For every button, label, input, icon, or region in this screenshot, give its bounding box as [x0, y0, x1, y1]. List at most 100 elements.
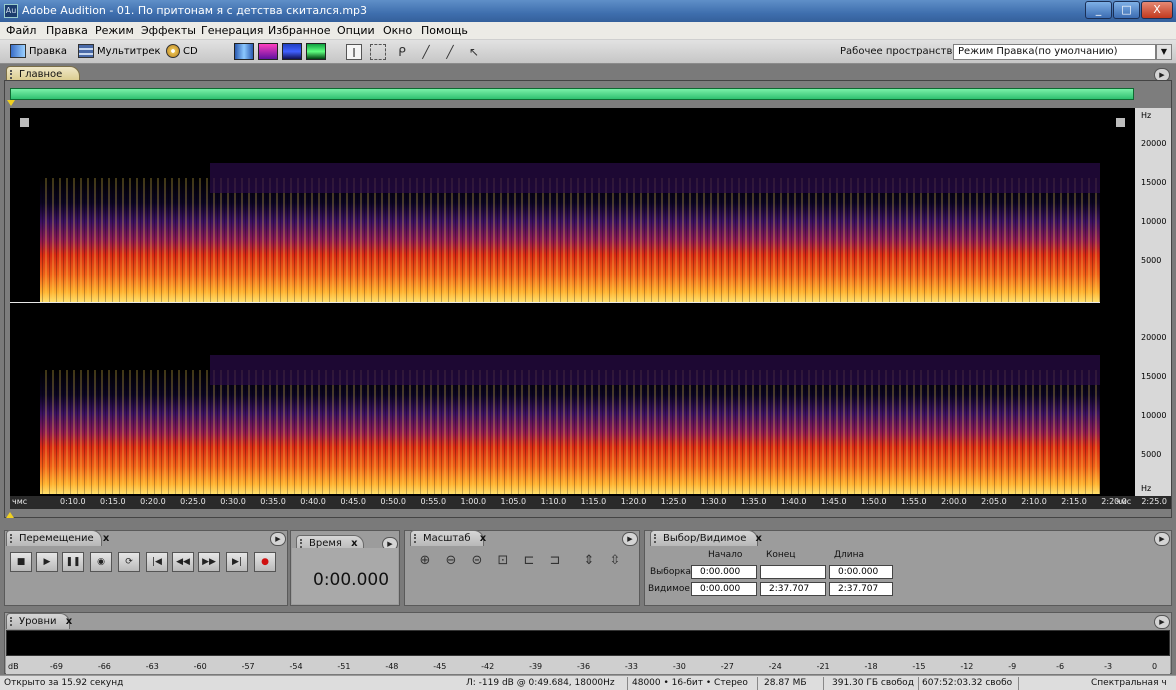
fast-forward-button[interactable]: ▶▶: [198, 552, 220, 572]
menu-window[interactable]: Окно: [383, 24, 412, 37]
menu-options[interactable]: Опции: [337, 24, 375, 37]
go-to-end-button[interactable]: ▶|: [226, 552, 248, 572]
spectral-view-icon[interactable]: [258, 43, 278, 60]
level-scale-label: -57: [241, 662, 255, 671]
level-scale-label: -36: [577, 662, 591, 671]
selection-start-field[interactable]: 0:00.000: [691, 565, 757, 579]
waveform-view-icon[interactable]: [234, 43, 254, 60]
multitrack-view-button[interactable]: Мультитрек: [78, 43, 161, 61]
selection-length-field[interactable]: 0:00.000: [829, 565, 893, 579]
play-button[interactable]: ▶: [36, 552, 58, 572]
time-tick-label: 2:05.0: [981, 497, 1007, 506]
menu-file[interactable]: Файл: [6, 24, 36, 37]
view-end-field[interactable]: 2:37.707: [760, 582, 826, 596]
brush-tool-icon[interactable]: ╱: [418, 44, 434, 60]
menu-help[interactable]: Помощь: [421, 24, 468, 37]
tab-zoom[interactable]: Масштаб x: [410, 530, 486, 546]
time-tick-label: 1:00.0: [460, 497, 487, 506]
menu-edit[interactable]: Правка: [46, 24, 88, 37]
record-button[interactable]: ●: [254, 552, 276, 572]
workspace-dropdown[interactable]: Режим Правка(по умолчанию): [953, 44, 1156, 60]
hz-label: 5000: [1141, 256, 1162, 265]
zoom-in-horizontal-icon[interactable]: ⊕: [416, 553, 434, 569]
playhead-marker-icon[interactable]: [7, 100, 15, 106]
time-tick-label: 1:55.0: [901, 497, 927, 506]
chevron-down-icon[interactable]: ▼: [1156, 44, 1172, 60]
zoom-overview-bar[interactable]: [10, 88, 1134, 100]
zoom-out-vertical-icon[interactable]: ⇳: [606, 553, 624, 569]
level-scale-label: -3: [1104, 662, 1113, 671]
hand-tool-icon[interactable]: ↖: [466, 44, 482, 60]
cd-view-button[interactable]: CD: [166, 43, 198, 61]
zoom-in-vertical-icon[interactable]: ⇕: [580, 553, 598, 569]
status-disk-free: 391.30 ГБ свобод: [832, 678, 914, 688]
panel-menu-icon[interactable]: ▶: [622, 532, 638, 546]
close-button[interactable]: X: [1141, 1, 1173, 19]
view-length-field[interactable]: 2:37.707: [829, 582, 893, 596]
marquee-tool-icon[interactable]: [370, 44, 386, 60]
time-tick-label: 1:35.0: [740, 497, 767, 506]
menu-favorites[interactable]: Избранное: [268, 24, 330, 37]
lasso-tool-icon[interactable]: ᑭ: [394, 44, 410, 60]
zoom-right-edge-icon[interactable]: ⊐: [546, 553, 564, 569]
go-to-start-button[interactable]: |◀: [146, 552, 168, 572]
time-tick-label: 2:15.0: [1061, 497, 1087, 506]
healing-tool-icon[interactable]: ╱: [442, 44, 458, 60]
close-icon[interactable]: x: [756, 533, 762, 544]
level-scale-label: -15: [912, 662, 926, 671]
tab-transport[interactable]: Перемещение x: [6, 530, 109, 546]
time-selection-tool-icon[interactable]: I: [346, 44, 362, 60]
close-icon[interactable]: x: [103, 533, 109, 544]
minimize-button[interactable]: _: [1085, 1, 1112, 19]
zoom-out-full-icon[interactable]: ⊝: [468, 553, 486, 569]
zoom-corner-left-icon[interactable]: [20, 118, 29, 127]
column-end-label: Конец: [766, 550, 796, 560]
pan-view-icon[interactable]: [282, 43, 302, 60]
tab-levels[interactable]: Уровни x: [6, 613, 72, 629]
menu-view[interactable]: Режим: [95, 24, 134, 37]
close-icon[interactable]: x: [480, 533, 486, 544]
end-marker-icon[interactable]: [6, 512, 14, 518]
level-scale-label: -69: [49, 662, 63, 671]
panel-menu-icon[interactable]: ▶: [270, 532, 286, 546]
time-tick-label: 2:10.0: [1021, 497, 1047, 506]
close-icon[interactable]: x: [66, 616, 72, 627]
time-tick-label: 0:20.0: [140, 497, 166, 506]
level-scale-label: -63: [145, 662, 159, 671]
menu-effects[interactable]: Эффекты: [141, 24, 196, 37]
hz-unit-label: Hz: [1141, 111, 1152, 120]
tab-selection-view[interactable]: Выбор/Видимое x: [650, 530, 762, 546]
phase-view-icon[interactable]: [306, 43, 326, 60]
view-start-field[interactable]: 0:00.000: [691, 582, 757, 596]
panel-menu-icon[interactable]: ▶: [1154, 532, 1170, 546]
loop-button[interactable]: ⟳: [118, 552, 140, 572]
play-from-cursor-button[interactable]: ◉: [90, 552, 112, 572]
selection-end-field[interactable]: [760, 565, 826, 579]
time-tick-label: 2:00.0: [941, 497, 967, 506]
hz-label: 20000: [1141, 333, 1167, 342]
pause-button[interactable]: ❚❚: [62, 552, 84, 572]
grip-icon: [10, 70, 15, 79]
zoom-corner-right-icon[interactable]: [1116, 118, 1125, 127]
time-tick-label: 1:25.0: [660, 497, 687, 506]
maximize-button[interactable]: □: [1113, 1, 1140, 19]
grip-icon: [10, 617, 15, 626]
menu-generate[interactable]: Генерация: [201, 24, 263, 37]
zoom-selection-icon[interactable]: ⊡: [494, 553, 512, 569]
zoom-out-horizontal-icon[interactable]: ⊖: [442, 553, 460, 569]
time-ruler[interactable]: чмс чмс 0:10.0 0:15.0 0:20.0 0:25.0 0:30.0 0:…: [10, 496, 1171, 509]
status-file-size: 28.87 МБ: [764, 678, 807, 688]
hz-label: 10000: [1141, 411, 1167, 420]
zoom-left-edge-icon[interactable]: ⊏: [520, 553, 538, 569]
rewind-button[interactable]: ◀◀: [172, 552, 194, 572]
spectral-display[interactable]: [10, 108, 1135, 496]
time-tick-label: 0:40.0: [300, 497, 326, 506]
panel-menu-icon[interactable]: ▶: [1154, 615, 1170, 629]
time-tick-label: 1:05.0: [500, 497, 527, 506]
stop-button[interactable]: ■: [10, 552, 32, 572]
edit-view-button[interactable]: Правка: [10, 43, 67, 61]
time-tick-label: 0:25.0: [180, 497, 206, 506]
level-scale-label: -21: [816, 662, 830, 671]
level-meter: [6, 630, 1170, 656]
toolbar: Правка Мультитрек CD I ᑭ ╱ ╱ ↖ Рабочее п…: [0, 40, 1176, 64]
